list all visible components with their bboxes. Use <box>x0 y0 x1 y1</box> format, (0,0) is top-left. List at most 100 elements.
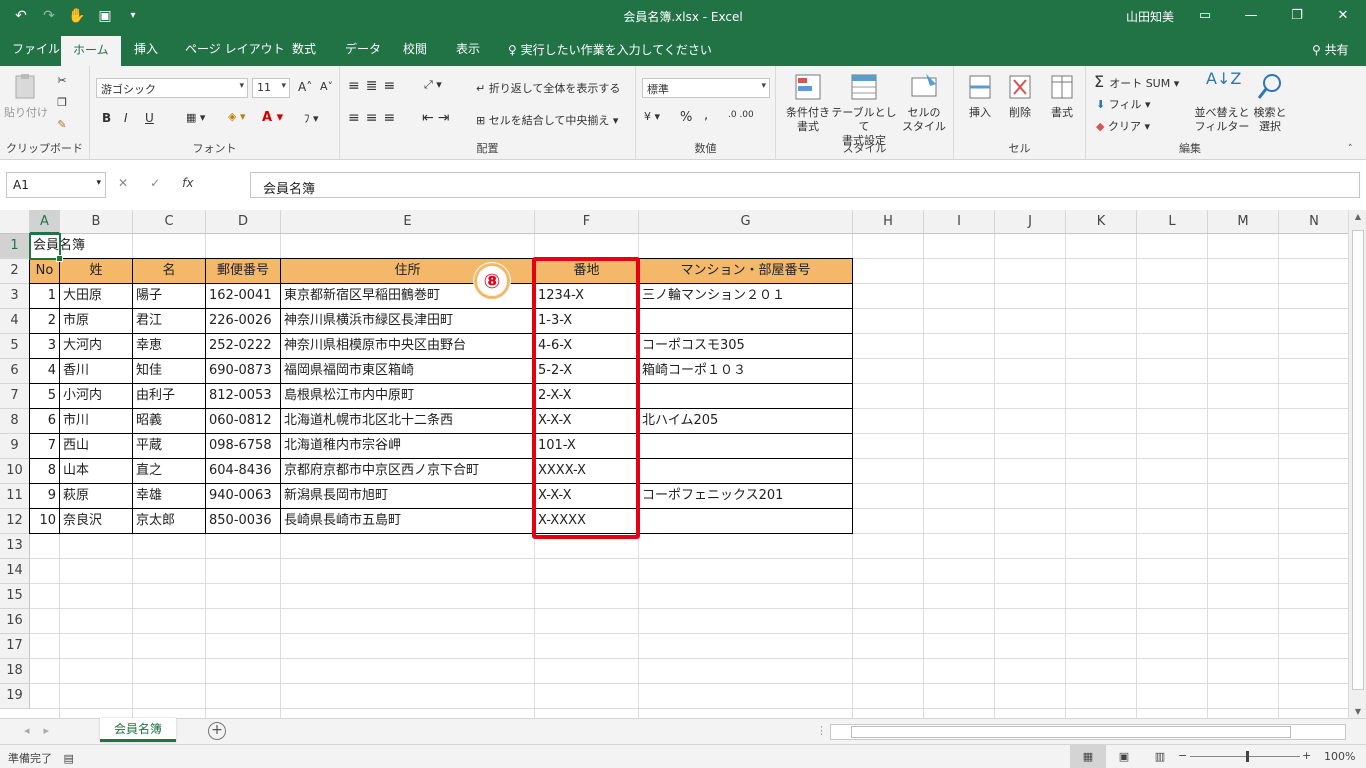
cancel-icon[interactable]: ✕ <box>118 176 128 190</box>
format-as-table-button[interactable]: テーブルとして 書式設定 <box>830 72 898 148</box>
name-box[interactable]: A1 <box>6 172 106 198</box>
header-cell[interactable]: 郵便番号 <box>205 258 281 284</box>
row-header-2[interactable]: 2 <box>0 259 30 284</box>
data-cell[interactable] <box>639 384 853 409</box>
borders-icon[interactable]: ▦ ▾ <box>186 111 205 124</box>
column-header-e[interactable]: E <box>281 210 535 234</box>
vertical-scrollbar[interactable]: ▲ ▼ <box>1348 210 1366 718</box>
data-cell[interactable]: 奈良沢 <box>60 509 133 534</box>
data-cell[interactable]: 市川 <box>60 409 133 434</box>
currency-icon[interactable]: ¥ ▾ <box>644 110 660 123</box>
data-cell[interactable]: 9 <box>29 484 60 509</box>
copy-icon[interactable]: ❐ <box>54 94 70 110</box>
data-cell[interactable]: 098-6758 <box>206 434 281 459</box>
row-header-14[interactable]: 14 <box>0 559 30 584</box>
enter-icon[interactable]: ✓ <box>150 176 160 190</box>
tell-me-box[interactable]: ♀ 実行したい作業を入力してください <box>508 41 712 58</box>
data-cell[interactable]: 8 <box>29 459 60 484</box>
zoom-in-icon[interactable]: + <box>1302 749 1311 762</box>
data-cell[interactable]: 西山 <box>60 434 133 459</box>
data-cell[interactable]: 162-0041 <box>206 284 281 309</box>
format-cells-button[interactable]: 書式 <box>1042 72 1082 120</box>
tab-formulas[interactable]: 数式 <box>292 40 316 57</box>
tab-data[interactable]: データ <box>345 40 381 57</box>
data-cell[interactable]: 小河内 <box>60 384 133 409</box>
header-cell[interactable]: 姓 <box>59 258 133 284</box>
page-layout-view-icon[interactable]: ▣ <box>1106 745 1142 768</box>
data-cell[interactable]: 知佳 <box>133 359 206 384</box>
sheet-nav-icons[interactable]: ◂▸ <box>24 724 63 737</box>
data-cell[interactable]: 690-0873 <box>206 359 281 384</box>
data-cell[interactable]: 5 <box>29 384 60 409</box>
data-cell[interactable]: 940-0063 <box>206 484 281 509</box>
normal-view-icon[interactable]: ▦ <box>1070 745 1106 768</box>
data-cell[interactable]: 神奈川県相模原市中央区由野台 <box>281 334 535 359</box>
data-cell[interactable]: 京都府京都市中京区西ノ京下合町 <box>281 459 535 484</box>
column-header-b[interactable]: B <box>60 210 133 234</box>
row-header-10[interactable]: 10 <box>0 459 30 484</box>
minimize-button[interactable]: — <box>1228 0 1274 32</box>
sheet-tab-members[interactable]: 会員名簿 <box>100 718 176 742</box>
font-size-select[interactable]: 11 <box>252 78 290 98</box>
data-cell[interactable]: 市原 <box>60 309 133 334</box>
merge-center-button[interactable]: ⊞ セルを結合して中央揃え ▾ <box>476 112 618 128</box>
data-cell[interactable]: 大河内 <box>60 334 133 359</box>
data-cell[interactable]: 昭義 <box>133 409 206 434</box>
user-name[interactable]: 山田知美 <box>1126 8 1174 25</box>
select-all-corner[interactable] <box>0 210 30 234</box>
number-format-select[interactable]: 標準 <box>642 78 770 98</box>
row-header-11[interactable]: 11 <box>0 484 30 509</box>
wrap-text-button[interactable]: ↵ 折り返して全体を表示する <box>476 80 620 96</box>
row-header-17[interactable]: 17 <box>0 634 30 659</box>
data-cell[interactable]: 10 <box>29 509 60 534</box>
formula-input[interactable]: 会員名簿 <box>250 172 1360 198</box>
grow-font-icon[interactable]: A˄ <box>298 80 312 94</box>
tab-insert[interactable]: 挿入 <box>134 40 158 57</box>
data-cell[interactable]: コーポフェニックス201 <box>639 484 853 509</box>
column-header-n[interactable]: N <box>1279 210 1348 234</box>
conditional-format-button[interactable]: 条件付き 書式 <box>780 72 836 134</box>
column-header-a[interactable]: A <box>30 210 60 234</box>
data-cell[interactable]: 252-0222 <box>206 334 281 359</box>
horizontal-align-icons[interactable]: ≡≡≡ <box>348 110 401 126</box>
data-cell[interactable] <box>639 434 853 459</box>
row-header-19[interactable]: 19 <box>0 684 30 709</box>
data-cell[interactable]: 226-0026 <box>206 309 281 334</box>
share-button[interactable]: ⚲ 共有 <box>1312 41 1349 58</box>
cut-icon[interactable]: ✂ <box>54 72 70 88</box>
data-cell[interactable]: 神奈川県横浜市緑区長津田町 <box>281 309 535 334</box>
row-header-15[interactable]: 15 <box>0 584 30 609</box>
horizontal-scrollbar[interactable] <box>830 724 1346 740</box>
data-cell[interactable]: 君江 <box>133 309 206 334</box>
delete-cells-button[interactable]: 削除 <box>1000 72 1040 120</box>
vertical-align-icons[interactable]: ≡≣≡ <box>348 78 401 94</box>
tab-home[interactable]: ホーム <box>61 36 121 66</box>
column-header-d[interactable]: D <box>206 210 281 234</box>
data-cell[interactable]: 箱崎コーポ１０３ <box>639 359 853 384</box>
data-cell[interactable]: 1 <box>29 284 60 309</box>
scroll-down-icon[interactable]: ▼ <box>1349 707 1366 716</box>
shrink-font-icon[interactable]: A˅ <box>320 80 333 93</box>
data-cell[interactable]: 新潟県長岡市旭町 <box>281 484 535 509</box>
column-header-j[interactable]: J <box>995 210 1066 234</box>
data-cell[interactable]: 2 <box>29 309 60 334</box>
data-cell[interactable]: 4 <box>29 359 60 384</box>
data-cell[interactable]: 北海道稚内市宗谷岬 <box>281 434 535 459</box>
data-cell[interactable]: 幸雄 <box>133 484 206 509</box>
phonetic-icon[interactable]: ﾌ ▾ <box>304 110 319 126</box>
orientation-icon[interactable]: ⤢ ▾ <box>424 78 442 92</box>
zoom-slider[interactable] <box>1190 751 1300 762</box>
data-cell[interactable]: 由利子 <box>133 384 206 409</box>
column-header-i[interactable]: I <box>924 210 995 234</box>
row-header-3[interactable]: 3 <box>0 284 30 309</box>
underline-button[interactable]: U <box>145 111 154 125</box>
font-name-select[interactable]: 游ゴシック <box>96 78 248 98</box>
autosum-button[interactable]: Σ オート SUM ▾ <box>1094 72 1179 91</box>
add-sheet-icon[interactable]: + <box>208 722 226 740</box>
header-cell[interactable]: 名 <box>132 258 206 284</box>
find-select-button[interactable]: 検索と 選択 <box>1250 72 1290 134</box>
data-cell[interactable]: 幸恵 <box>133 334 206 359</box>
data-cell[interactable]: 3 <box>29 334 60 359</box>
tab-view[interactable]: 表示 <box>456 40 480 57</box>
row-header-18[interactable]: 18 <box>0 659 30 684</box>
